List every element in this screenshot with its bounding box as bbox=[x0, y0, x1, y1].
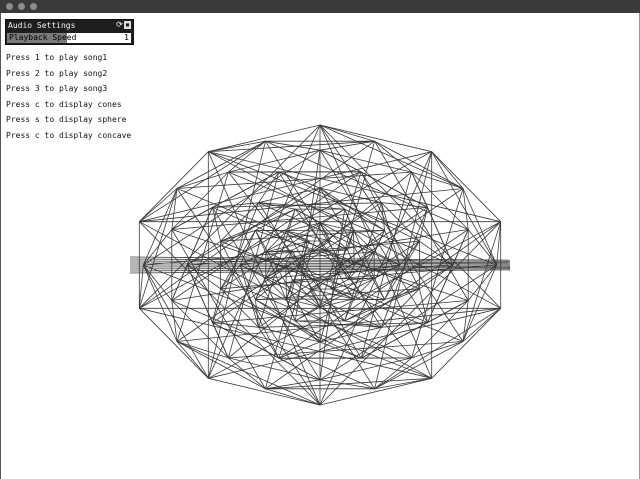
slider-label: Playback Speed bbox=[9, 33, 77, 42]
audio-settings-panel: Audio Settings ⟳ ▪ Playback Speed 1 bbox=[5, 19, 134, 45]
instruction-line: Press c to display concave bbox=[6, 130, 132, 140]
playback-speed-slider[interactable]: Playback Speed 1 bbox=[6, 32, 133, 44]
reload-icon[interactable]: ⟳ bbox=[116, 21, 123, 29]
mesh-lines bbox=[129, 124, 511, 406]
instruction-line: Press 3 to play song3 bbox=[6, 84, 108, 93]
slider-value: 1 bbox=[124, 33, 129, 42]
instruction-line: Press c to display cones bbox=[6, 99, 122, 109]
panel-header[interactable]: Audio Settings ⟳ ▪ bbox=[6, 20, 133, 31]
instruction-line: Press 1 to play song1 bbox=[6, 53, 108, 62]
instructions-list: Press 1 to play song1 Press 2 to play so… bbox=[6, 50, 131, 143]
maximize-window-icon[interactable] bbox=[30, 3, 37, 10]
window-titlebar bbox=[0, 0, 640, 13]
instruction-line: Press 2 to play song2 bbox=[6, 68, 108, 78]
save-icon[interactable]: ▪ bbox=[124, 21, 131, 29]
close-window-icon[interactable] bbox=[6, 3, 13, 10]
minimize-window-icon[interactable] bbox=[18, 3, 25, 10]
instruction-line: Press s to display sphere bbox=[6, 115, 127, 124]
panel-title: Audio Settings bbox=[8, 21, 76, 30]
